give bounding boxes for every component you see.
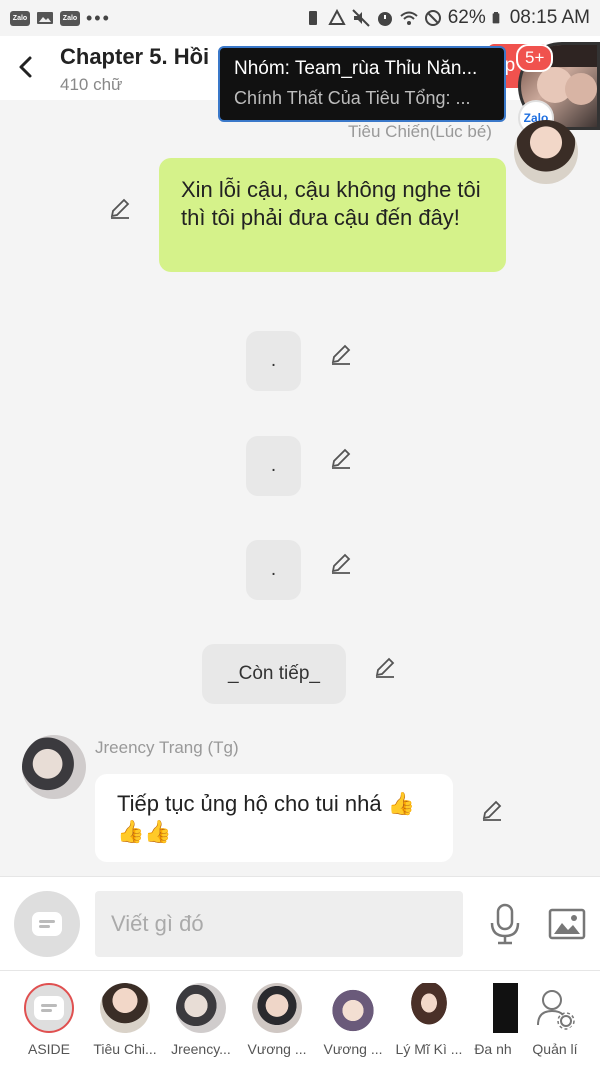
unread-badge: 5+: [516, 44, 554, 72]
nav-item-label: Vương ...: [323, 1041, 383, 1057]
message-text: Xin lỗi cậu, cậu không nghe tôi thì tôi …: [181, 177, 481, 230]
message-sender: Jreency Trang (Tg): [95, 738, 239, 757]
nav-item-label: ASIDE: [27, 1041, 70, 1057]
avatar: [468, 983, 518, 1033]
message-bubble[interactable]: Xin lỗi cậu, cậu không nghe tôi thì tôi …: [159, 158, 506, 272]
aside-avatar: [24, 983, 74, 1033]
avatar: [328, 983, 378, 1033]
user-settings-icon: [537, 990, 575, 1030]
image-icon: [37, 12, 53, 24]
nav-item-aside[interactable]: ASIDE: [12, 983, 86, 1057]
avatar: [252, 983, 302, 1033]
notification-message: Chính Thất Của Tiêu Tổng: ...: [234, 88, 471, 108]
message-text: _Còn tiếp_: [228, 663, 320, 684]
nav-item-manage[interactable]: Quản lí: [518, 983, 592, 1057]
edit-pencil-icon[interactable]: [108, 196, 132, 220]
nav-item-character[interactable]: Lý Mĩ Kì ...: [392, 983, 466, 1057]
chapter-title: Chapter 5. Hồi: [60, 44, 210, 69]
avatar: [100, 983, 150, 1033]
message-text: .: [270, 559, 277, 580]
mute-icon: [351, 9, 370, 27]
nav-item-label: Jreency...: [171, 1041, 231, 1057]
image-icon[interactable]: [548, 905, 586, 943]
bottom-character-bar: ASIDE Tiêu Chi... Jreency... Vương ... V…: [0, 970, 600, 1067]
zalo-app-icon: Zalo: [10, 10, 30, 26]
message-bubble[interactable]: .: [246, 436, 301, 496]
message-text: .: [270, 455, 277, 476]
message-sender: Tiêu Chiến(Lúc bé): [348, 122, 492, 141]
notification-title: Nhóm: Team_rùa Thỉu Năn...: [234, 58, 478, 79]
avatar: [176, 983, 226, 1033]
nav-item-character[interactable]: Vương ...: [316, 983, 390, 1057]
clock: 08:15 AM: [509, 7, 590, 28]
back-arrow-icon[interactable]: [12, 52, 40, 82]
notification-popup[interactable]: Nhóm: Team_rùa Thỉu Năn... Chính Thất Củ…: [218, 46, 506, 122]
nav-item-character[interactable]: Tiêu Chi...: [88, 983, 162, 1057]
nav-item-character[interactable]: Đa nh: [468, 983, 518, 1057]
avatar[interactable]: [514, 120, 578, 184]
message-bubble[interactable]: _Còn tiếp_: [202, 644, 346, 704]
edit-pencil-icon[interactable]: [329, 342, 353, 366]
edit-pencil-icon[interactable]: [329, 446, 353, 470]
message-bubble[interactable]: Tiếp tục ủng hộ cho tui nhá 👍👍👍: [95, 774, 453, 862]
edit-pencil-icon[interactable]: [373, 655, 397, 679]
more-notifications-icon: •••: [86, 7, 111, 28]
battery-icon: [492, 12, 500, 24]
compose-button[interactable]: [14, 891, 80, 957]
input-bar: [0, 876, 600, 970]
nav-item-label: Lý Mĩ Kì ...: [395, 1041, 463, 1057]
wifi-icon: [400, 11, 418, 25]
recycle-icon: [328, 9, 346, 25]
battery-percent: 62%: [447, 7, 486, 28]
message-bubble[interactable]: .: [246, 331, 301, 391]
avatar: [404, 983, 454, 1033]
nav-item-label: Quản lí: [532, 1041, 578, 1057]
do-not-disturb-icon: [424, 10, 441, 26]
nav-item-label: Đa nh: [474, 1041, 512, 1057]
zalo-app-icon: Zalo: [60, 10, 80, 26]
chat-icon: [34, 996, 64, 1020]
edit-pencil-icon[interactable]: [329, 551, 353, 575]
nav-item-label: Tiêu Chi...: [93, 1041, 157, 1057]
avatar[interactable]: [22, 735, 86, 799]
alarm-icon: [377, 12, 392, 26]
chat-icon: [32, 912, 62, 936]
word-count: 410 chữ: [60, 75, 123, 94]
nav-item-character[interactable]: Jreency...: [164, 983, 238, 1057]
message-text: Tiếp tục ủng hộ cho tui nhá 👍👍👍: [117, 791, 416, 844]
nav-item-label: Vương ...: [247, 1041, 307, 1057]
message-input[interactable]: [95, 891, 463, 957]
nav-item-character[interactable]: Vương ...: [240, 983, 314, 1057]
status-bar: Zalo Zalo ••• 62% 08:15 AM: [0, 0, 600, 36]
microphone-icon[interactable]: [488, 903, 522, 945]
message-bubble[interactable]: .: [246, 540, 301, 600]
data-saver-icon: [308, 11, 317, 25]
edit-pencil-icon[interactable]: [480, 798, 504, 822]
message-text: .: [270, 350, 277, 371]
